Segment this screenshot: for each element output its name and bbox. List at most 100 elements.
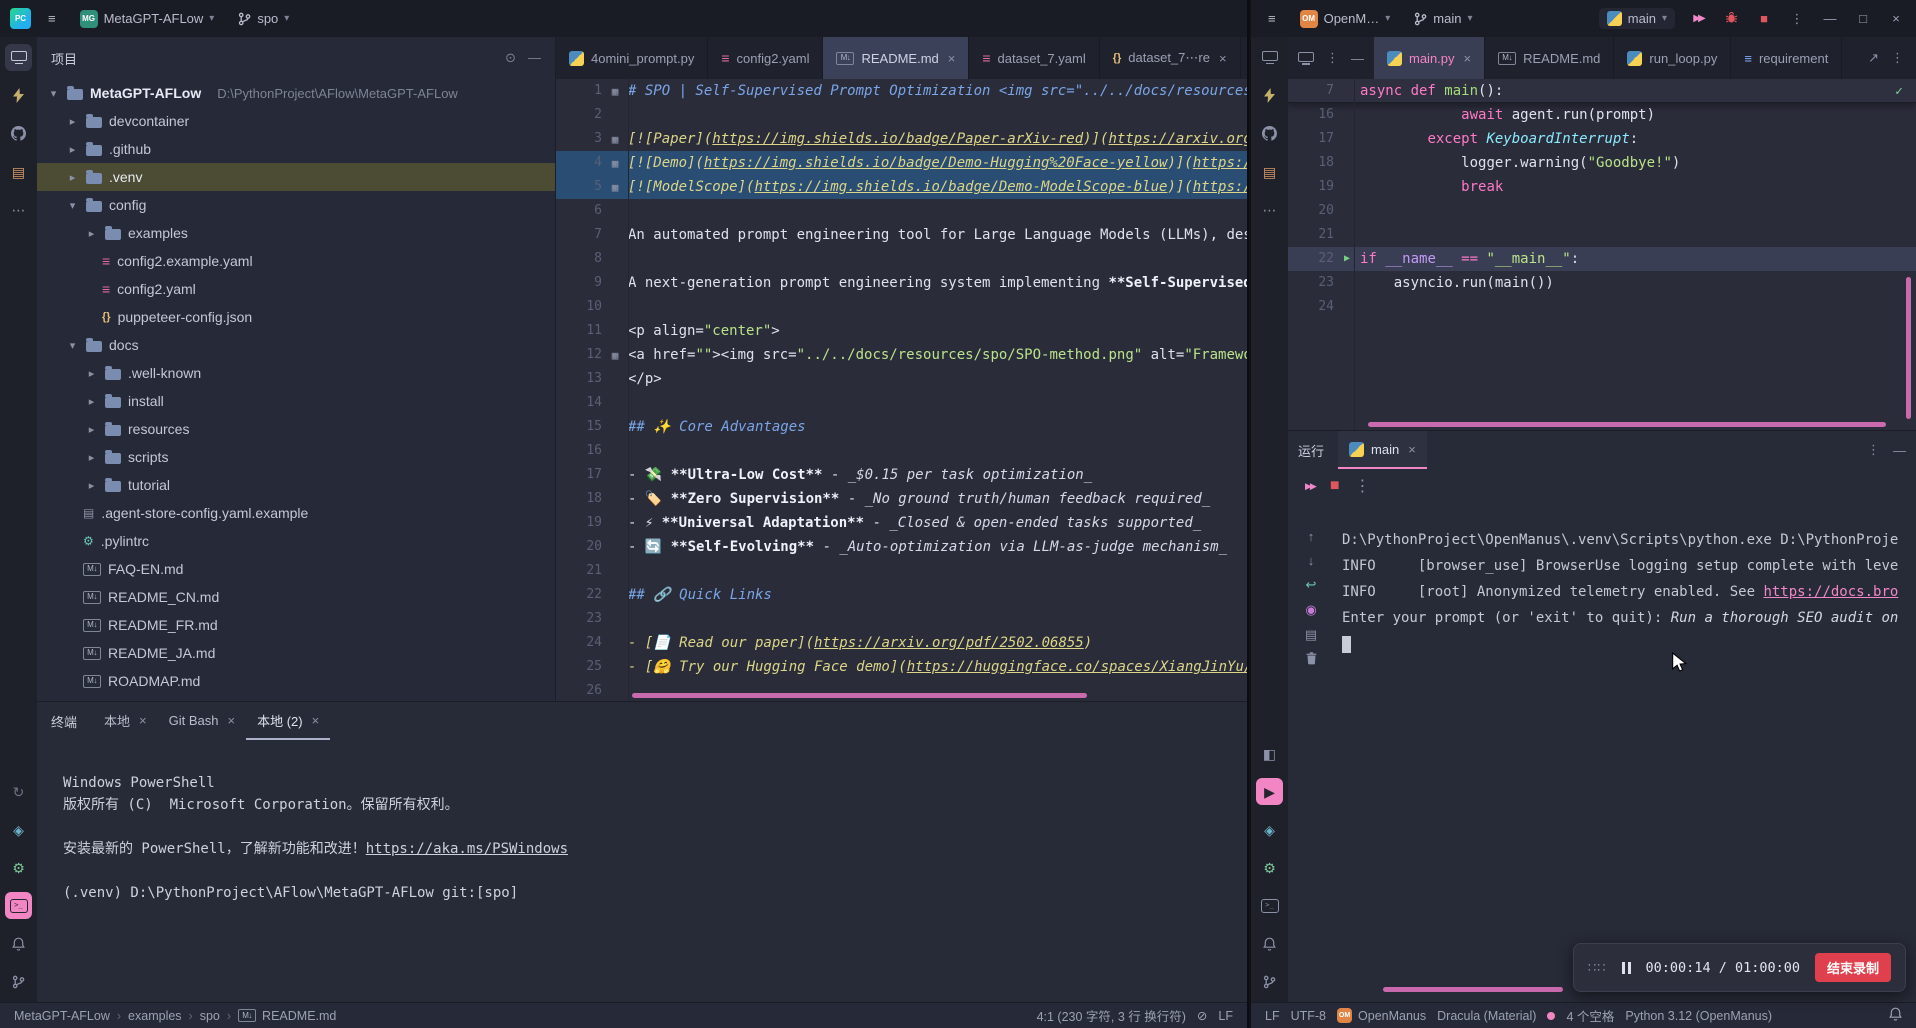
tree-item-config[interactable]: ▾config — [37, 191, 555, 219]
plugins-tool-button[interactable]: ◧ — [1256, 740, 1283, 767]
tree-item-venv[interactable]: ▸.venv — [37, 163, 555, 191]
chevron-right-icon[interactable]: ▸ — [85, 227, 98, 240]
project-tool-button[interactable] — [1256, 44, 1283, 71]
soft-wrap-icon[interactable]: ↩ — [1306, 577, 1317, 593]
status-4[interactable]: 4 个空格 — [1566, 1006, 1614, 1025]
tool-window-layout-icon[interactable] — [1298, 52, 1314, 65]
commit-tool-button[interactable] — [1256, 82, 1283, 109]
image-gutter-icon[interactable] — [612, 350, 619, 361]
todo-tool-button[interactable]: ▤ — [1256, 158, 1283, 185]
clear-console-icon[interactable] — [1306, 652, 1317, 668]
tree-item-well-known[interactable]: ▸.well-known — [37, 359, 555, 387]
status-lf[interactable]: LF — [1265, 1009, 1280, 1023]
horizontal-scrollbar[interactable] — [1368, 422, 1886, 427]
todo-tool-button[interactable]: ▤ — [5, 158, 32, 185]
print-icon[interactable]: ▤ — [1305, 627, 1317, 643]
terminal-tab-item[interactable]: 本地× — [93, 702, 158, 740]
vertical-scrollbar[interactable] — [1906, 277, 1911, 419]
tab-config2-yaml[interactable]: config2.yaml — [708, 37, 823, 79]
tab-4omini-prompt-py[interactable]: 4omini_prompt.py — [556, 37, 708, 79]
close-icon[interactable]: × — [948, 51, 956, 66]
tree-item-install[interactable]: ▸install — [37, 387, 555, 415]
status-lf[interactable]: LF — [1218, 1009, 1233, 1023]
close-icon[interactable]: × — [227, 713, 235, 728]
close-icon[interactable]: × — [1219, 51, 1227, 66]
tab-main-py[interactable]: main.py× — [1374, 37, 1485, 79]
scroll-down-icon[interactable]: ↓ — [1308, 553, 1315, 568]
tree-item-github[interactable]: ▸.github — [37, 135, 555, 163]
horizontal-scrollbar[interactable] — [632, 693, 1087, 698]
drag-handle[interactable]: ∷∷ — [1588, 960, 1607, 976]
close-icon[interactable]: × — [1408, 442, 1416, 457]
main-menu-button[interactable]: ≡ — [1261, 8, 1283, 29]
status-utf-8[interactable]: UTF-8 — [1291, 1009, 1326, 1023]
chevron-down-icon[interactable]: ▾ — [47, 87, 60, 100]
status-dracula-material[interactable]: Dracula (Material) — [1437, 1009, 1536, 1023]
hide-panel-icon[interactable]: — — [528, 50, 541, 66]
chevron-down-icon[interactable]: ▾ — [66, 339, 79, 352]
tab-readme-md[interactable]: README.md× — [823, 37, 969, 79]
services-tool-button[interactable]: ◈ — [1256, 816, 1283, 843]
notifications-button[interactable] — [5, 930, 32, 957]
inspections-ok-icon[interactable]: ✓ — [1895, 84, 1903, 99]
terminal-tab-git-bash[interactable]: Git Bash× — [158, 702, 246, 740]
horizontal-scrollbar[interactable] — [1383, 987, 1563, 992]
more-actions-button[interactable]: ⋮ — [1355, 476, 1371, 496]
locate-file-icon[interactable]: ⊙ — [505, 50, 516, 66]
chevron-right-icon[interactable]: ▸ — [85, 395, 98, 408]
chevron-right-icon[interactable]: ▸ — [66, 115, 79, 128]
run-configuration-selector[interactable]: main ▾ — [1599, 8, 1675, 29]
pause-recording-button[interactable] — [1622, 962, 1625, 974]
tree-item-readme-cn-md[interactable]: README_CN.md — [37, 583, 555, 611]
hide-tabs-icon[interactable]: — — [1351, 51, 1364, 66]
tree-item-config2-yaml[interactable]: config2.yaml — [37, 275, 555, 303]
chevron-right-icon[interactable]: ▸ — [85, 451, 98, 464]
project-tool-button[interactable] — [5, 44, 32, 71]
commit-tool-button[interactable] — [5, 82, 32, 109]
rerun-button[interactable]: ▶▶ — [1688, 13, 1708, 24]
tree-item-docs[interactable]: ▾docs — [37, 331, 555, 359]
tree-item-readme-ja-md[interactable]: README_JA.md — [37, 639, 555, 667]
tree-item-tutorial[interactable]: ▸tutorial — [37, 471, 555, 499]
close-icon[interactable]: × — [312, 713, 320, 728]
breadcrumb-metagpt-aflow[interactable]: MetaGPT-AFLow — [14, 1009, 110, 1023]
tab-run-loop-py[interactable]: run_loop.py — [1614, 37, 1731, 79]
rerun-button[interactable]: ▶▶ — [1305, 481, 1315, 492]
tree-item-faq-en-md[interactable]: FAQ-EN.md — [37, 555, 555, 583]
services-tool-button[interactable]: ◈ — [5, 816, 32, 843]
image-gutter-icon[interactable] — [612, 158, 619, 169]
git-branches-button[interactable] — [1256, 968, 1283, 995]
minimize-button[interactable]: — — [1820, 11, 1840, 26]
terminal-tool-button[interactable] — [5, 892, 32, 919]
debug-button[interactable] — [1721, 11, 1741, 27]
project-widget[interactable]: OM OpenM… ▾ — [1293, 7, 1398, 31]
tree-root[interactable]: ▾ MetaGPT-AFLow D:\PythonProject\AFlow\M… — [37, 79, 555, 107]
tree-item-pylintrc[interactable]: .pylintrc — [37, 527, 555, 555]
tree-item-devcontainer[interactable]: ▸devcontainer — [37, 107, 555, 135]
tab-dataset-7-yaml[interactable]: dataset_7.yaml — [969, 37, 1099, 79]
more-tool-windows-button[interactable]: ⋯ — [5, 196, 32, 223]
vcs-branch-widget[interactable]: spo ▾ — [231, 8, 296, 29]
breadcrumb-spo[interactable]: spo — [200, 1009, 220, 1023]
tree-item-agent-store-config-yaml-example[interactable]: .agent-store-config.yaml.example — [37, 499, 555, 527]
more-tool-windows-button[interactable]: ⋯ — [1256, 196, 1283, 223]
run-tool-button[interactable]: ▶ — [1256, 778, 1283, 805]
close-icon[interactable]: × — [1464, 51, 1472, 66]
image-gutter-icon[interactable] — [612, 86, 619, 97]
tree-item-readme-fr-md[interactable]: README_FR.md — [37, 611, 555, 639]
stop-button[interactable]: ■ — [1330, 477, 1340, 495]
tab-readme-md[interactable]: README.md — [1485, 37, 1614, 79]
close-icon[interactable]: × — [139, 713, 147, 728]
stop-recording-button[interactable]: 结束录制 — [1815, 953, 1891, 982]
tree-item-scripts[interactable]: ▸scripts — [37, 443, 555, 471]
chevron-right-icon[interactable]: ▸ — [66, 171, 79, 184]
project-widget[interactable]: MG MetaGPT-AFLow ▾ — [73, 7, 222, 31]
chevron-right-icon[interactable]: ▸ — [85, 423, 98, 436]
tab-dataset-7-re[interactable]: dataset_7⋯re× — [1100, 37, 1241, 79]
run-tab-main[interactable]: main × — [1338, 431, 1427, 469]
tree-item-config2-example-yaml[interactable]: config2.example.yaml — [37, 247, 555, 275]
chevron-down-icon[interactable]: ▾ — [66, 199, 79, 212]
more-icon[interactable]: ⋮ — [1326, 50, 1339, 66]
close-button[interactable]: × — [1886, 11, 1906, 26]
more-icon[interactable]: ⋮ — [1891, 50, 1904, 66]
